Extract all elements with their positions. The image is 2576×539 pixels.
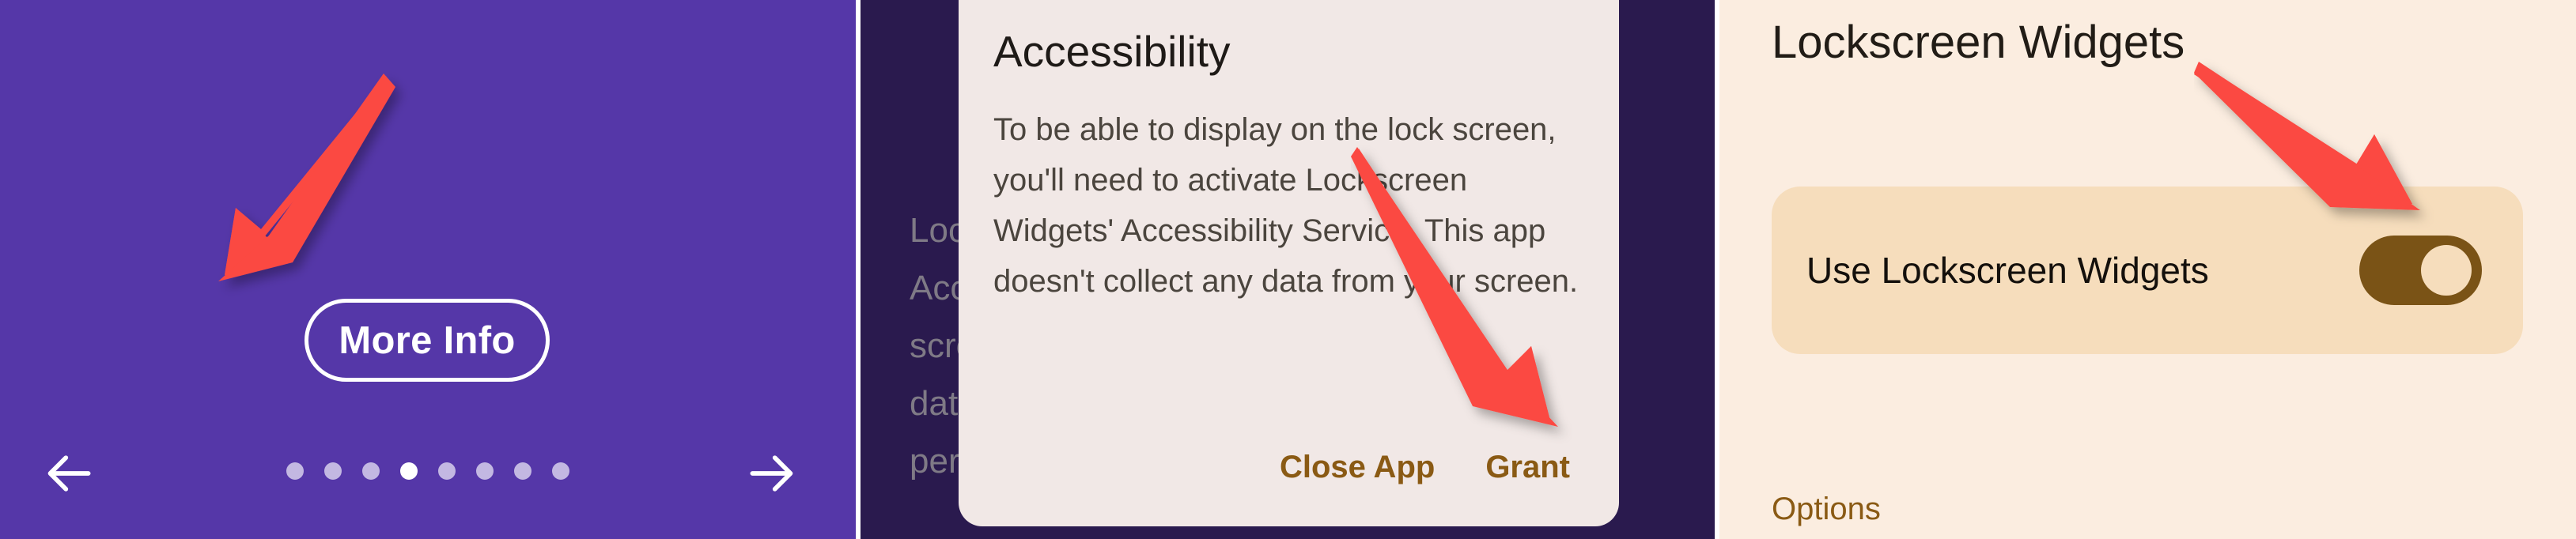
accessibility-dialog-actions: Close App Grant xyxy=(959,447,1619,488)
grant-button[interactable]: Grant xyxy=(1481,447,1575,488)
pager-dot[interactable] xyxy=(476,462,494,480)
accessibility-dialog: Accessibility To be able to display on t… xyxy=(959,0,1619,526)
accessibility-dialog-body: To be able to display on the lock screen… xyxy=(993,112,1579,299)
use-lockscreen-widgets-row[interactable]: Use Lockscreen Widgets xyxy=(1772,187,2523,354)
pager-dot[interactable] xyxy=(324,462,342,480)
use-lockscreen-widgets-toggle[interactable] xyxy=(2359,236,2482,305)
onboarding-panel: More Info xyxy=(0,0,856,539)
pager-dot[interactable] xyxy=(362,462,380,480)
pager-dot[interactable] xyxy=(514,462,531,480)
use-lockscreen-widgets-label: Use Lockscreen Widgets xyxy=(1806,250,2209,291)
toggle-knob xyxy=(2421,245,2472,296)
pager-dot[interactable] xyxy=(438,462,456,480)
arrow-to-more-info-button xyxy=(218,74,395,281)
page-title: Lockscreen Widgets xyxy=(1772,17,2185,68)
accessibility-panel: Loc ck Acc scre dat per Accessibility To… xyxy=(861,0,1715,539)
close-app-button[interactable]: Close App xyxy=(1275,447,1439,488)
arrow-left-icon[interactable] xyxy=(44,447,97,500)
arrow-right-icon[interactable] xyxy=(743,447,797,500)
more-info-button[interactable]: More Info xyxy=(305,299,550,382)
settings-panel: Lockscreen Widgets Use Lockscreen Widget… xyxy=(1719,0,2576,539)
accessibility-dialog-title: Accessibility xyxy=(993,27,1231,76)
pager-dot-active[interactable] xyxy=(400,462,418,480)
pager-dots xyxy=(0,462,856,480)
options-heading: Options xyxy=(1772,492,1881,526)
pager-dot[interactable] xyxy=(286,462,304,480)
screenshot-root: More Info Loc Acc scre dat per Accessibi… xyxy=(0,0,2576,539)
pager-dot[interactable] xyxy=(552,462,569,480)
